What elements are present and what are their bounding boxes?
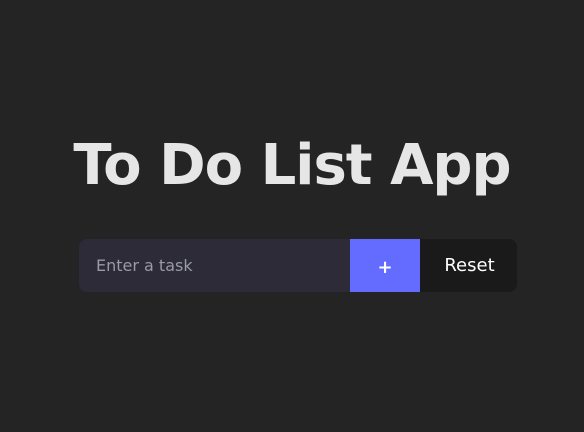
- task-input[interactable]: [79, 239, 350, 292]
- page-title: To Do List App: [73, 133, 511, 198]
- add-task-button[interactable]: +: [350, 239, 420, 292]
- task-form: + Reset: [79, 239, 517, 292]
- reset-button[interactable]: Reset: [420, 239, 517, 292]
- app-root: To Do List App + Reset: [0, 0, 584, 432]
